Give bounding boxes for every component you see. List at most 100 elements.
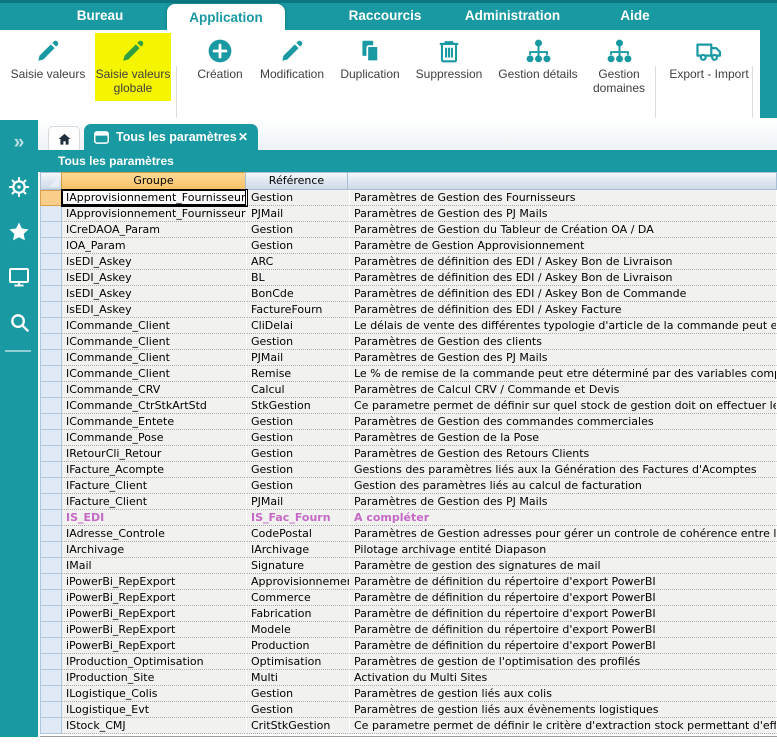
cell-description[interactable]: Paramètres de Gestion des Retours Client… [350, 446, 777, 462]
table-row[interactable]: ICommande_ClientPJMailParamètres de Gest… [40, 350, 777, 366]
table-row[interactable]: IStock_CMJCritStkGestionCe parametre per… [40, 718, 777, 734]
row-selector[interactable] [40, 702, 62, 718]
cell-reference[interactable]: CritStkGestion [247, 718, 350, 734]
cell-groupe[interactable]: IsEDI_Askey [62, 254, 247, 270]
cell-description[interactable]: Paramètre de gestion des signatures de m… [350, 558, 777, 574]
column-header-reference[interactable]: Référence [245, 172, 348, 190]
cell-description[interactable]: Paramètres de Gestion des PJ Mails [350, 494, 777, 510]
cell-groupe[interactable]: IOA_Param [62, 238, 247, 254]
cell-reference[interactable]: PJMail [247, 206, 350, 222]
cell-description[interactable]: Le délais de vente des différentes typol… [350, 318, 777, 334]
table-row[interactable]: IFacture_AcompteGestionGestions des para… [40, 462, 777, 478]
cell-groupe[interactable]: ICommande_Client [62, 334, 247, 350]
cell-reference[interactable]: BonCde [247, 286, 350, 302]
cell-description[interactable]: Paramètres de Gestion adresses pour gére… [350, 526, 777, 542]
table-row[interactable]: ICommande_PoseGestionParamètres de Gesti… [40, 430, 777, 446]
cell-groupe[interactable]: iPowerBi_RepExport [62, 590, 247, 606]
table-row[interactable]: IsEDI_AskeyBLParamètres de définition de… [40, 270, 777, 286]
row-selector[interactable] [40, 190, 62, 206]
cell-groupe[interactable]: IFacture_Acompte [62, 462, 247, 478]
row-selector[interactable] [40, 350, 62, 366]
cell-reference[interactable]: PJMail [247, 494, 350, 510]
cell-reference[interactable]: Gestion [247, 334, 350, 350]
cell-description[interactable]: Ce parametre permet de définir sur quel … [350, 398, 777, 414]
cell-groupe[interactable]: ICommande_Client [62, 366, 247, 382]
settings-gear-icon[interactable] [0, 172, 38, 202]
cell-reference[interactable]: IArchivage [247, 542, 350, 558]
cell-description[interactable]: A compléter [350, 510, 777, 526]
cell-reference[interactable]: Gestion [247, 414, 350, 430]
row-selector[interactable] [40, 334, 62, 350]
table-row[interactable]: IsEDI_AskeyFactureFournParamètres de déf… [40, 302, 777, 318]
column-header-description[interactable] [347, 172, 777, 190]
cell-reference[interactable]: Gestion [247, 462, 350, 478]
cell-groupe[interactable]: IApprovisionnement_Fournisseur [62, 206, 247, 222]
cell-groupe[interactable]: ICommande_Entete [62, 414, 247, 430]
cell-description[interactable]: Paramètre de Gestion Approvisionnement [350, 238, 777, 254]
table-row[interactable]: IS_EDIIS_Fac_FournA compléter [40, 510, 777, 526]
table-row[interactable]: IRetourCli_RetourGestionParamètres de Ge… [40, 446, 777, 462]
cell-groupe[interactable]: IApprovisionnement_Fournisseur [62, 190, 247, 206]
row-selector[interactable] [40, 622, 62, 638]
row-selector[interactable] [40, 206, 62, 222]
cell-groupe[interactable]: iPowerBi_RepExport [62, 574, 247, 590]
cell-description[interactable]: Paramètre de définition du répertoire d'… [350, 622, 777, 638]
table-row[interactable]: ICommande_EnteteGestionParamètres de Ges… [40, 414, 777, 430]
row-selector[interactable] [40, 638, 62, 654]
row-selector[interactable] [40, 270, 62, 286]
cell-reference[interactable]: Signature [247, 558, 350, 574]
cell-groupe[interactable]: iPowerBi_RepExport [62, 638, 247, 654]
table-row[interactable]: IsEDI_AskeyBonCdeParamètres de définitio… [40, 286, 777, 302]
cell-description[interactable]: Ce parametre permet de définir le critèr… [350, 718, 777, 734]
row-selector[interactable] [40, 510, 62, 526]
cell-reference[interactable]: Gestion [247, 446, 350, 462]
cell-groupe[interactable]: IRetourCli_Retour [62, 446, 247, 462]
cell-description[interactable]: Paramètre de définition du répertoire d'… [350, 638, 777, 654]
table-row[interactable]: IApprovisionnement_FournisseurGestionPar… [40, 190, 777, 206]
cell-description[interactable]: Paramètre de définition du répertoire d'… [350, 590, 777, 606]
cell-reference[interactable]: IS_Fac_Fourn [247, 510, 350, 526]
gestion-domaines-button[interactable]: Gestion domaines [586, 33, 652, 95]
row-selector[interactable] [40, 446, 62, 462]
tab-tous-les-parametres[interactable]: Tous les paramètres ✕ [84, 124, 258, 150]
cell-description[interactable]: Paramètres de Gestion des Fournisseurs [350, 190, 777, 206]
table-row[interactable]: ICommande_ClientRemiseLe % de remise de … [40, 366, 777, 382]
cell-description[interactable]: Paramètres de gestion liés aux colis [350, 686, 777, 702]
cell-description[interactable]: Paramètres de Calcul CRV / Commande et D… [350, 382, 777, 398]
cell-groupe[interactable]: IAdresse_Controle [62, 526, 247, 542]
cell-reference[interactable]: Remise [247, 366, 350, 382]
cell-reference[interactable]: CodePostal [247, 526, 350, 542]
cell-description[interactable]: Pilotage archivage entité Diapason [350, 542, 777, 558]
row-selector[interactable] [40, 494, 62, 510]
row-selector[interactable] [40, 366, 62, 382]
cell-groupe[interactable]: IsEDI_Askey [62, 302, 247, 318]
row-selector[interactable] [40, 590, 62, 606]
cell-reference[interactable]: Gestion [247, 222, 350, 238]
cell-groupe[interactable]: ILogistique_Evt [62, 702, 247, 718]
cell-description[interactable]: Paramètres de gestion liés aux évènement… [350, 702, 777, 718]
row-selector[interactable] [40, 238, 62, 254]
table-row[interactable]: ILogistique_EvtGestionParamètres de gest… [40, 702, 777, 718]
close-icon[interactable]: ✕ [238, 130, 248, 144]
table-row[interactable]: IArchivageIArchivagePilotage archivage e… [40, 542, 777, 558]
cell-description[interactable]: Paramètre de définition du répertoire d'… [350, 574, 777, 590]
cell-reference[interactable]: CliDelai [247, 318, 350, 334]
row-selector[interactable] [40, 430, 62, 446]
cell-reference[interactable]: PJMail [247, 350, 350, 366]
search-icon[interactable] [0, 307, 38, 337]
monitor-icon[interactable] [0, 262, 38, 292]
cell-reference[interactable]: Fabrication [247, 606, 350, 622]
table-row[interactable]: iPowerBi_RepExportModeleParamètre de déf… [40, 622, 777, 638]
row-selector[interactable] [40, 574, 62, 590]
row-selector[interactable] [40, 414, 62, 430]
cell-description[interactable]: Le % de remise de la commande peut etre … [350, 366, 777, 382]
home-tab[interactable] [48, 126, 80, 151]
table-row[interactable]: ICommande_CtrStkArtStdStkGestionCe param… [40, 398, 777, 414]
table-row[interactable]: IProduction_OptimisationOptimisationPara… [40, 654, 777, 670]
cell-groupe[interactable]: IsEDI_Askey [62, 286, 247, 302]
cell-groupe[interactable]: ICommande_Client [62, 318, 247, 334]
row-selector[interactable] [40, 302, 62, 318]
cell-groupe[interactable]: IProduction_Optimisation [62, 654, 247, 670]
menu-tab-application[interactable]: Application [167, 4, 285, 30]
menu-tab-aide[interactable]: Aide [595, 0, 675, 30]
